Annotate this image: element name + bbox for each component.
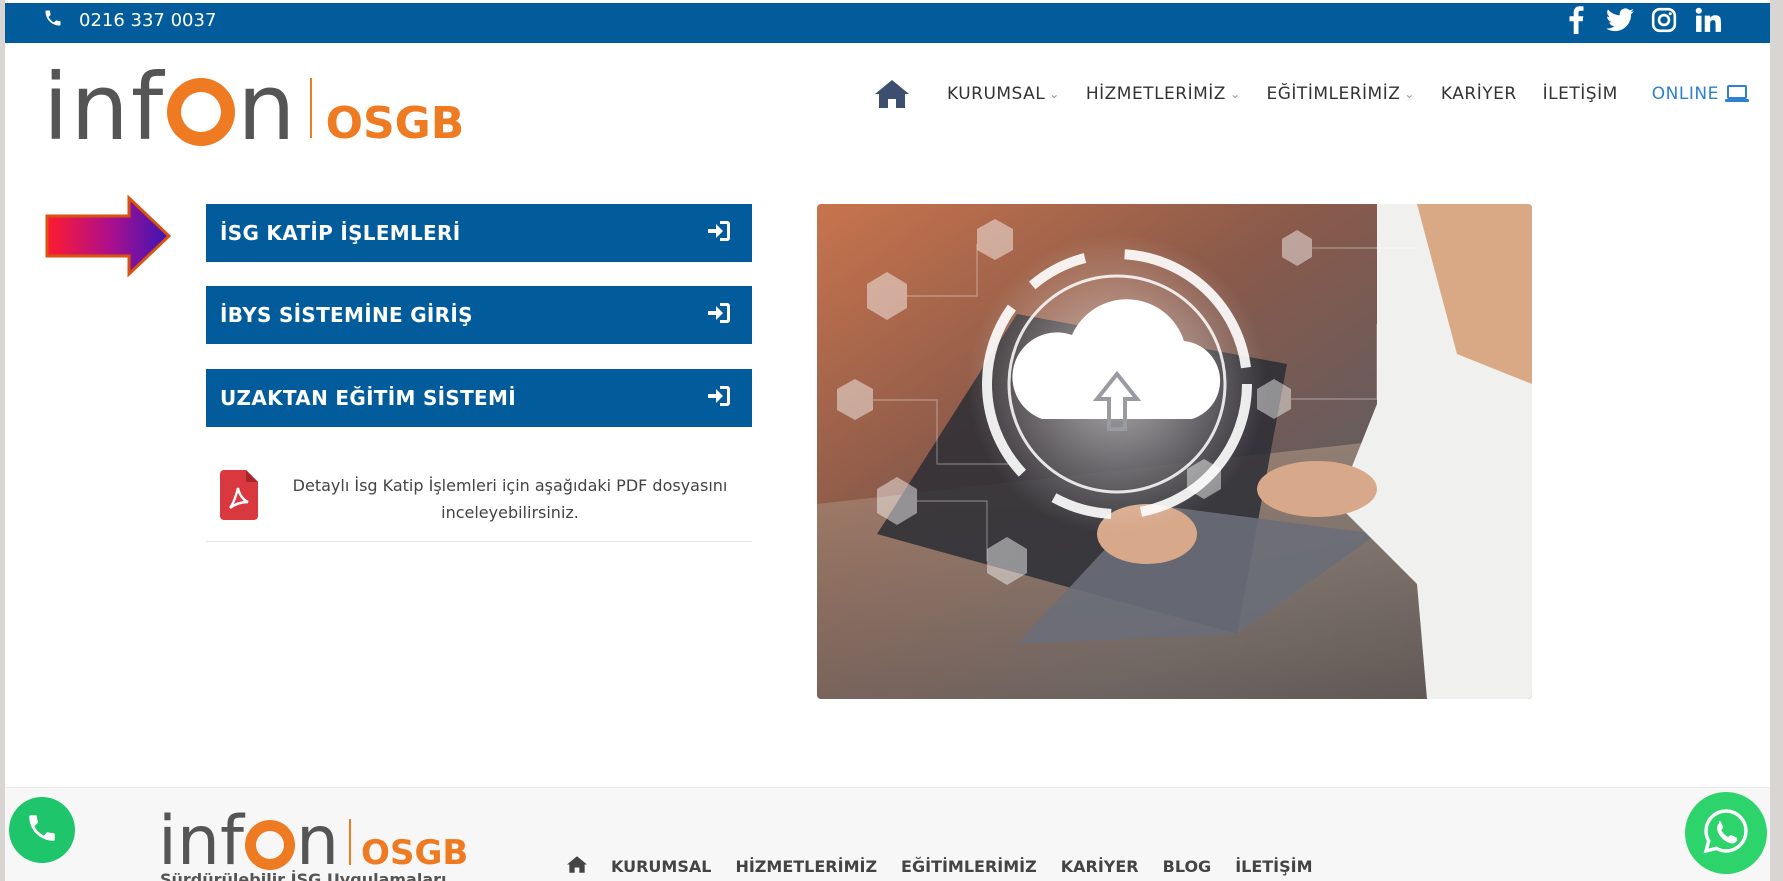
footer-logo-text-left: inf <box>158 802 244 881</box>
footer-logo-separator <box>349 819 352 865</box>
footer-nav-kurumsal[interactable]: KURUMSAL <box>611 857 711 876</box>
nav-iletisim-label: İLETİŞİM <box>1542 84 1618 104</box>
pdf-file-icon[interactable] <box>220 470 258 524</box>
nav-hizmetlerimiz-label: HİZMETLERİMİZ <box>1085 84 1226 104</box>
call-float-button[interactable] <box>9 797 75 863</box>
laptop-icon <box>1724 85 1749 103</box>
linkedin-icon[interactable] <box>1694 6 1722 34</box>
home-icon[interactable] <box>875 80 909 108</box>
pointer-arrow-icon <box>45 194 173 282</box>
hard-hat-logo-icon <box>167 78 236 146</box>
nav-kurumsal-label: KURUMSAL <box>947 84 1046 104</box>
footer-logo-osgb: OSGB <box>361 833 469 873</box>
instagram-icon[interactable] <box>1650 6 1678 34</box>
twitter-icon[interactable] <box>1606 6 1634 34</box>
hero-cloud-laptop-image <box>817 204 1532 699</box>
footer-nav-kariyer[interactable]: KARİYER <box>1061 857 1139 876</box>
nav-kariyer-label: KARİYER <box>1440 84 1517 104</box>
footer-nav-iletisim[interactable]: İLETİŞİM <box>1235 857 1312 876</box>
ibys-label: İBYS SİSTEMİNE GİRİŞ <box>220 303 473 327</box>
top-phone[interactable]: 0216 337 0037 <box>43 8 216 33</box>
ibys-button[interactable]: İBYS SİSTEMİNE GİRİŞ <box>206 286 752 344</box>
footer-nav-egitimlerimiz[interactable]: EĞİTİMLERİMİZ <box>901 857 1037 876</box>
nav-kurumsal[interactable]: KURUMSAL ⌄ <box>947 84 1060 104</box>
logo-wordmark: inf n <box>43 62 298 154</box>
footer-nav-hizmetlerimiz[interactable]: HİZMETLERİMİZ <box>735 857 877 876</box>
footer-logo[interactable]: inf n OSGB <box>158 808 468 876</box>
uzaktan-egitim-button[interactable]: UZAKTAN EĞİTİM SİSTEMİ <box>206 369 752 427</box>
whatsapp-icon <box>1702 807 1750 859</box>
isg-katip-label: İSG KATİP İŞLEMLERİ <box>220 221 461 245</box>
pdf-download-row[interactable]: Detaylı İsg Katip İşlemleri için aşağıda… <box>206 462 752 542</box>
top-bar: 0216 337 0037 <box>5 3 1770 43</box>
footer-logo-text-right: n <box>295 802 340 881</box>
footer: inf n OSGB Sürdürülebilir İSG Uygulamala… <box>5 787 1770 881</box>
nav-egitimlerimiz-label: EĞİTİMLERİMİZ <box>1266 84 1401 104</box>
nav-iletisim[interactable]: İLETİŞİM <box>1543 84 1618 104</box>
sign-in-icon <box>708 385 730 411</box>
nav-online-label: ONLINE <box>1651 84 1719 104</box>
home-icon[interactable] <box>567 856 587 877</box>
phone-number: 0216 337 0037 <box>79 10 217 31</box>
facebook-icon[interactable] <box>1562 6 1590 34</box>
chevron-down-icon: ⌄ <box>1404 87 1415 101</box>
nav-online[interactable]: ONLINE <box>1652 84 1749 104</box>
chevron-down-icon: ⌄ <box>1229 87 1241 101</box>
site-logo[interactable]: inf n OSGB <box>43 62 464 154</box>
logo-text-left: inf <box>43 54 166 161</box>
logo-text-right: n <box>237 54 298 161</box>
nav-egitimlerimiz[interactable]: EĞİTİMLERİMİZ ⌄ <box>1267 84 1415 104</box>
pdf-description: Detaylı İsg Katip İşlemleri için aşağıda… <box>292 476 728 522</box>
footer-nav-blog[interactable]: BLOG <box>1163 857 1212 876</box>
isg-katip-button[interactable]: İSG KATİP İŞLEMLERİ <box>206 204 752 262</box>
main-nav: KURUMSAL ⌄ HİZMETLERİMİZ ⌄ EĞİTİMLERİMİZ ⌄ … <box>875 80 1770 108</box>
phone-icon <box>25 811 59 849</box>
hard-hat-logo-icon <box>244 820 295 870</box>
nav-kariyer[interactable]: KARİYER <box>1441 84 1517 104</box>
whatsapp-float-button[interactable] <box>1685 792 1767 874</box>
logo-separator <box>309 78 312 138</box>
chevron-down-icon: ⌄ <box>1049 87 1060 101</box>
footer-nav: KURUMSAL HİZMETLERİMİZ EĞİTİMLERİMİZ KAR… <box>567 856 1313 877</box>
uzaktan-egitim-label: UZAKTAN EĞİTİM SİSTEMİ <box>220 386 516 410</box>
nav-hizmetlerimiz[interactable]: HİZMETLERİMİZ ⌄ <box>1086 84 1241 104</box>
sign-in-icon <box>708 220 730 246</box>
footer-tagline: Sürdürülebilir İSG Uygulamaları <box>160 870 447 881</box>
footer-logo-wordmark: inf n <box>158 808 339 876</box>
logo-osgb: OSGB <box>325 97 465 149</box>
page: 0216 337 0037 inf n OSGB KURUMSAL ⌄ HİZM… <box>5 0 1770 881</box>
sign-in-icon <box>708 302 730 328</box>
phone-icon <box>43 8 63 33</box>
social-links <box>1562 6 1722 34</box>
